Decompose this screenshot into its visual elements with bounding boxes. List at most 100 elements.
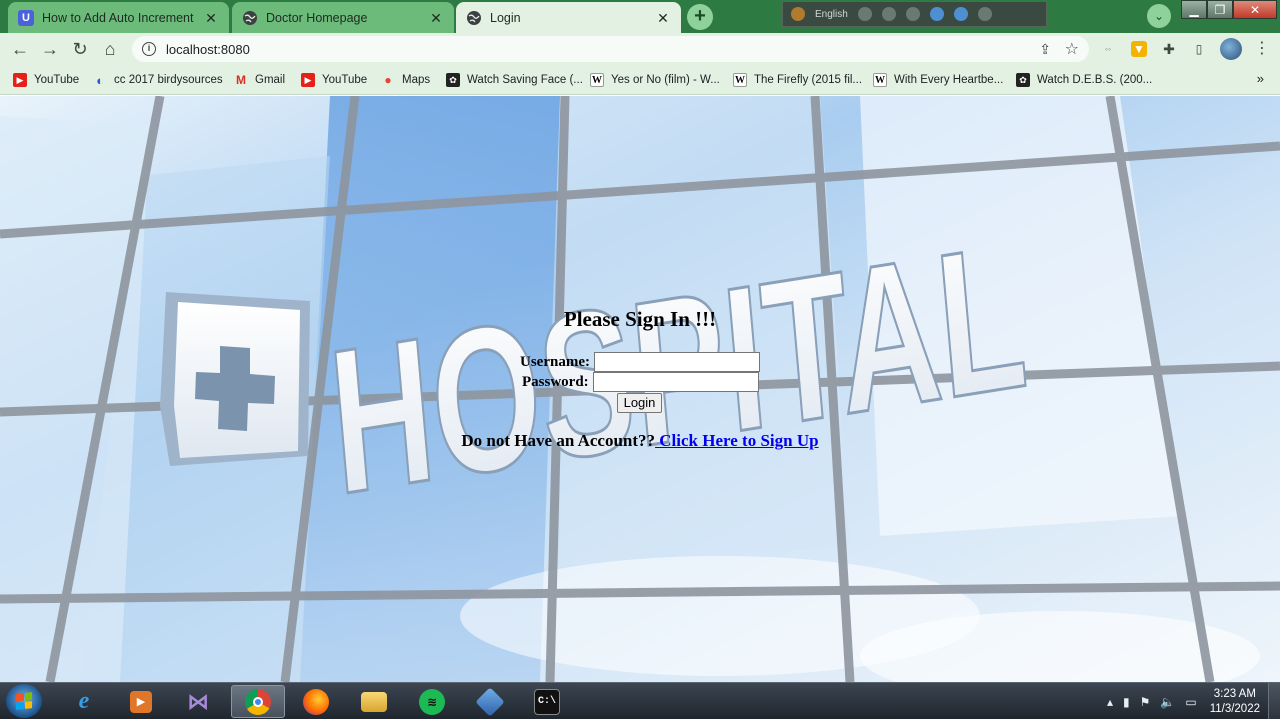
login-button[interactable]: Login — [617, 393, 662, 413]
menu-kebab-icon[interactable]: ⋮ — [1254, 39, 1270, 59]
url-text[interactable]: localhost:8080 — [166, 42, 250, 57]
bookmark-youtube[interactable]: ▶ YouTube — [13, 71, 79, 89]
windows-start-icon[interactable] — [6, 684, 42, 718]
forward-arrow-icon[interactable]: → — [39, 38, 61, 60]
bookmark-label: YouTube — [322, 74, 368, 86]
side-panel-icon[interactable]: ▯ — [1191, 41, 1207, 57]
youtube-icon: ▶ — [13, 73, 27, 87]
profile-avatar[interactable] — [1220, 38, 1242, 60]
bookmark-saving-face[interactable]: ✿ Watch Saving Face (... — [446, 71, 583, 89]
browser-toolbar: ← → ↻ ⌂ i localhost:8080 ⇪ ☆ ◦◦ ▼ ✚ ▯ ⋮ — [0, 33, 1280, 65]
page-content: HOSPITAL Please Sign In !!! Username: Pa… — [0, 96, 1280, 682]
signup-link[interactable]: Click Here to Sign Up — [655, 431, 818, 450]
bookmark-label: Watch D.E.B.S. (200... — [1037, 74, 1153, 86]
tab-search-button[interactable]: ⌄ — [1147, 4, 1171, 28]
action-center-flag-icon[interactable]: ⚑ — [1140, 695, 1151, 709]
password-row: Password: — [522, 372, 759, 392]
new-tab-button[interactable]: + — [687, 4, 713, 30]
password-input[interactable] — [592, 372, 759, 392]
wikipedia-icon: W — [873, 73, 887, 87]
bookmark-label: Watch Saving Face (... — [467, 74, 583, 86]
gmail-icon: M — [236, 73, 246, 87]
visual-studio-icon[interactable]: ⋈ — [171, 685, 225, 718]
file-explorer-icon[interactable] — [347, 685, 401, 718]
site-info-icon[interactable]: i — [142, 42, 156, 56]
bookmark-youtube-2[interactable]: ▶ YouTube — [301, 71, 367, 89]
youtube-icon: ▶ — [301, 73, 315, 87]
info-icon[interactable] — [977, 7, 992, 21]
share-icon[interactable]: ⇪ — [1039, 41, 1051, 58]
signup-line: Do not Have an Account?? Click Here to S… — [0, 431, 1280, 451]
back-arrow-icon[interactable]: ← — [9, 38, 31, 60]
close-icon[interactable]: ✕ — [203, 10, 219, 26]
spotify-icon[interactable]: ≋ — [405, 685, 459, 718]
clock[interactable]: 3:23 AM 11/3/2022 — [1210, 687, 1260, 717]
globe-icon — [466, 10, 482, 26]
bookmark-the-firefly[interactable]: W The Firefly (2015 fil... — [733, 71, 862, 89]
tab-auto-increment[interactable]: U How to Add Auto Increment Colu ✕ — [8, 2, 229, 33]
bookmark-gmail[interactable]: M Gmail — [234, 71, 285, 89]
media-player-icon[interactable]: ▶ — [114, 685, 168, 718]
settings-icon[interactable] — [905, 7, 920, 21]
reload-icon[interactable]: ↻ — [69, 38, 91, 60]
close-icon[interactable]: ✕ — [655, 10, 671, 26]
bookmark-label: Gmail — [255, 74, 286, 86]
pad-icon[interactable] — [929, 7, 944, 21]
help-icon[interactable] — [953, 7, 968, 21]
maps-icon: ● — [384, 73, 392, 87]
system-tray: ▴ ▮ ⚑ 🔈 ▭ 3:23 AM 11/3/2022 — [1102, 683, 1280, 719]
chrome-icon[interactable] — [231, 685, 285, 718]
username-input[interactable] — [593, 352, 760, 372]
tab-doctor-homepage[interactable]: Doctor Homepage ✕ — [232, 2, 454, 33]
tab-title: How to Add Auto Increment Colu — [42, 10, 197, 25]
network-icon[interactable]: ▭ — [1185, 695, 1196, 709]
virtualbox-icon[interactable] — [463, 685, 517, 718]
bookmark-label: Maps — [402, 74, 431, 86]
extensions-puzzle-icon[interactable]: ✚ — [1161, 41, 1177, 57]
window-close-button[interactable]: ✕ — [1233, 0, 1277, 19]
login-form: Please Sign In !!! Username: Password: L… — [0, 96, 1280, 682]
show-desktop-button[interactable] — [1268, 683, 1280, 719]
globe-icon — [242, 10, 258, 26]
bookmark-yes-or-no[interactable]: W Yes or No (film) - W... — [590, 71, 720, 89]
bookmark-cc-2017[interactable]: ◐ cc 2017 birdysources — [93, 71, 223, 89]
username-label: Username: — [520, 353, 590, 370]
tab-login[interactable]: Login ✕ — [456, 2, 681, 33]
tab-strip: U How to Add Auto Increment Colu ✕ Docto… — [0, 0, 1280, 33]
link-icon: ◐ — [96, 72, 104, 88]
bookmark-with-every-heartbeat[interactable]: W With Every Heartbe... — [873, 71, 1003, 89]
volume-icon[interactable]: 🔈 — [1160, 695, 1175, 709]
tools-icon[interactable] — [881, 7, 896, 21]
bookmark-debs[interactable]: ✿ Watch D.E.B.S. (200... — [1016, 71, 1152, 89]
username-row: Username: — [520, 352, 760, 372]
maximize-button[interactable]: ❐ — [1207, 0, 1233, 19]
keyboard-icon[interactable] — [857, 7, 872, 21]
bookmarks-bar: ▶ YouTube ◐ cc 2017 birdysources M Gmail… — [0, 65, 1280, 95]
extension-icon[interactable]: ◦◦ — [1100, 41, 1116, 57]
language-bar: English — [782, 1, 1047, 27]
password-label: Password: — [522, 373, 589, 390]
window-controls: ▁ ❐ ✕ — [1181, 0, 1277, 19]
bookmarks-overflow-button[interactable]: » — [1257, 71, 1264, 86]
minimize-button[interactable]: ▁ — [1181, 0, 1207, 19]
wikipedia-icon: W — [733, 73, 747, 87]
bookmark-label: The Firefly (2015 fil... — [754, 74, 863, 86]
tab-title: Doctor Homepage — [266, 10, 368, 25]
address-bar[interactable]: i localhost:8080 ⇪ ☆ — [132, 36, 1089, 62]
show-hidden-icons-icon[interactable]: ▴ — [1107, 695, 1113, 709]
film-icon: ✿ — [446, 73, 460, 87]
bookmark-maps[interactable]: ● Maps — [381, 71, 430, 89]
tab-title: Login — [490, 10, 521, 25]
shield-extension-icon[interactable]: ▼ — [1131, 41, 1147, 57]
internet-explorer-icon[interactable]: e — [57, 685, 111, 718]
firefox-icon[interactable] — [289, 685, 343, 718]
ime-icon[interactable] — [791, 7, 805, 21]
bookmark-star-icon[interactable]: ☆ — [1065, 39, 1079, 59]
language-label[interactable]: English — [815, 9, 848, 20]
film-icon: ✿ — [1016, 73, 1030, 87]
windows-taskbar: e ▶ ⋈ ≋ C:\ ▴ ▮ ⚑ 🔈 ▭ 3:23 AM 11/3/2022 — [0, 682, 1280, 719]
command-prompt-icon[interactable]: C:\ — [520, 685, 574, 718]
close-icon[interactable]: ✕ — [428, 10, 444, 26]
device-icon[interactable]: ▮ — [1123, 695, 1130, 709]
home-icon[interactable]: ⌂ — [99, 38, 121, 60]
